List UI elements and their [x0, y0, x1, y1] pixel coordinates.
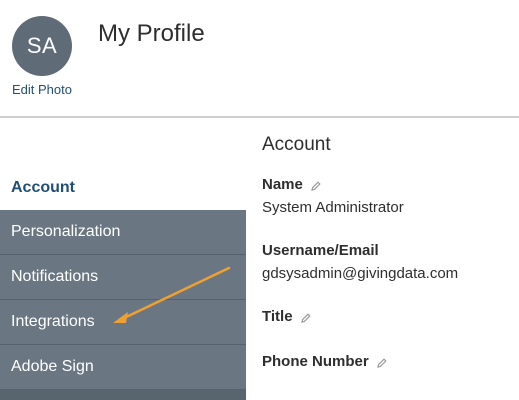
name-label: Name [262, 176, 303, 193]
title-field: Title [262, 308, 312, 325]
username-field: Username/Email gdsysadmin@givingdata.com [262, 242, 458, 282]
avatar: SA [12, 16, 72, 76]
sidebar-item-label: Adobe Sign [11, 358, 94, 375]
sidebar-item-notifications[interactable]: Notifications [0, 255, 246, 300]
sidebar-item-account[interactable]: Account [0, 165, 246, 210]
sidebar-item-integrations[interactable]: Integrations [0, 300, 246, 345]
username-value: gdsysadmin@givingdata.com [262, 265, 459, 282]
pencil-icon[interactable] [300, 311, 312, 323]
pencil-icon[interactable] [310, 179, 322, 191]
edit-photo-link[interactable]: Edit Photo [12, 82, 72, 97]
sidebar-item-adobe-sign[interactable]: Adobe Sign [0, 345, 246, 390]
sidebar-item-label: Account [11, 178, 75, 196]
profile-sidebar-nav: Account Personalization Notifications In… [0, 165, 246, 400]
sidebar-item-label: Notifications [11, 268, 99, 285]
page-title: My Profile [98, 20, 205, 47]
phone-label: Phone Number [262, 353, 369, 370]
pencil-icon[interactable] [376, 356, 388, 368]
sidebar-item-label: Personalization [11, 223, 121, 240]
title-label: Title [262, 308, 293, 325]
name-value: System Administrator [262, 199, 404, 216]
section-title: Account [262, 134, 331, 155]
sidebar-item-label: Integrations [11, 313, 95, 330]
header-divider [0, 116, 519, 118]
name-field: Name System Administrator [262, 176, 404, 216]
username-label: Username/Email [262, 242, 379, 259]
phone-field: Phone Number [262, 353, 388, 370]
sidebar-item-personalization[interactable]: Personalization [0, 210, 246, 255]
